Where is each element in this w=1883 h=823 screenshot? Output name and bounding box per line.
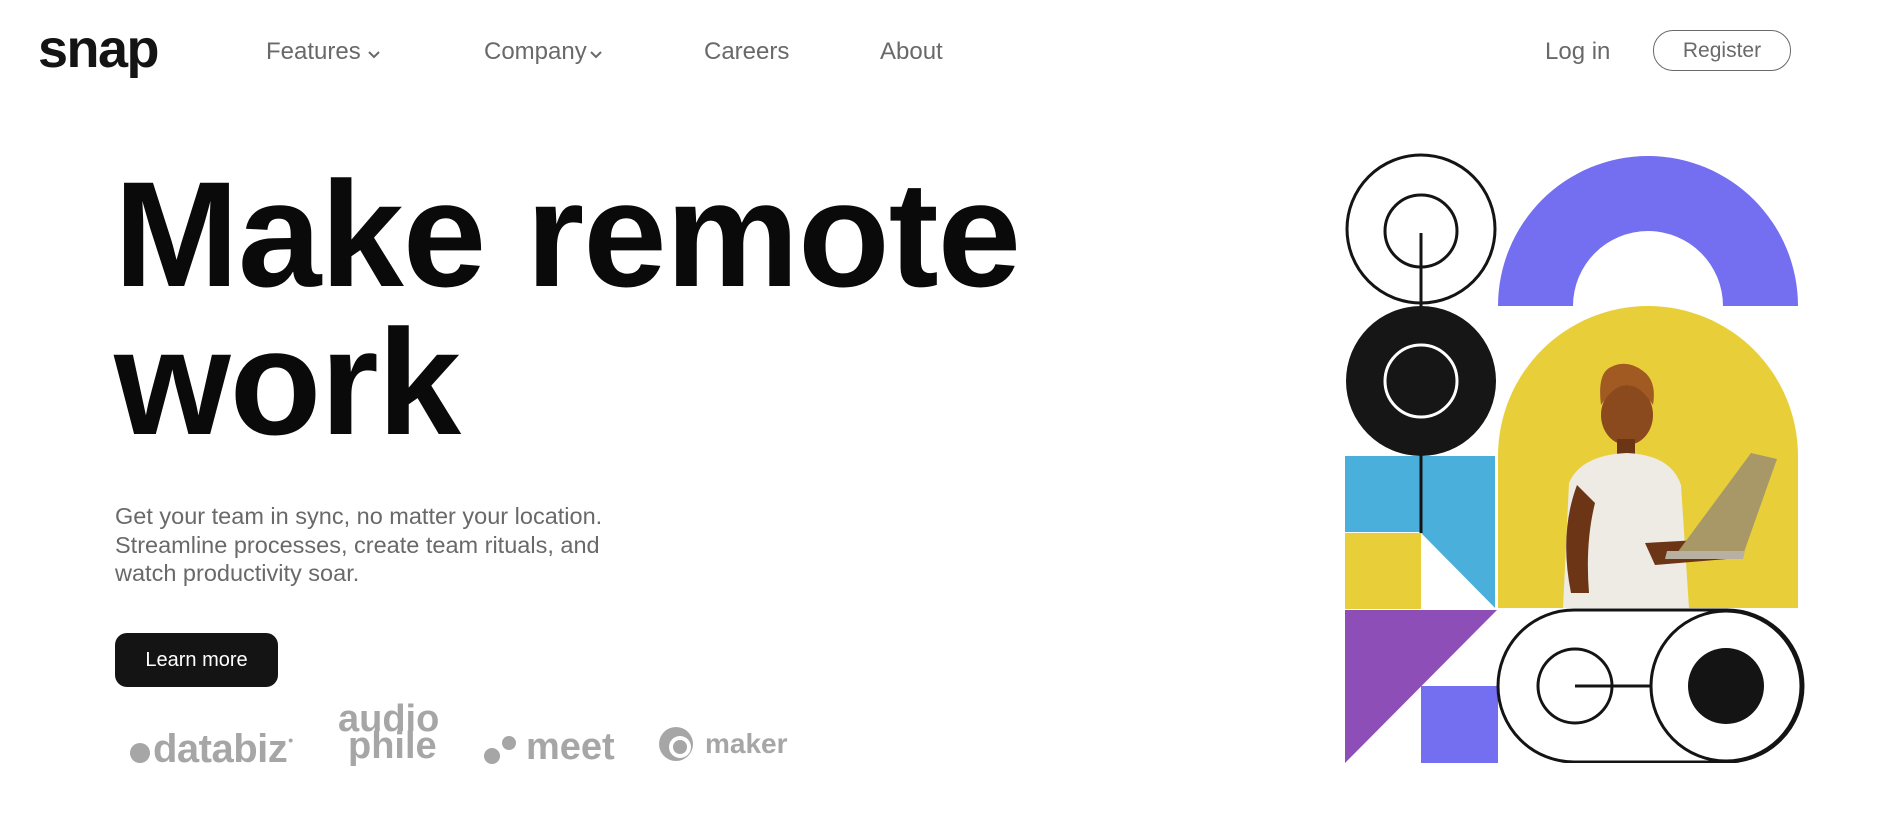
pill-black-dot: [1688, 648, 1764, 724]
maker-logo: maker: [657, 725, 788, 763]
chevron-down-icon: [590, 51, 602, 59]
hero-subtitle-line1: Get your team in sync, no matter your lo…: [115, 503, 603, 529]
nav-careers-label: Careers: [704, 38, 790, 65]
chevron-down-icon: [368, 51, 380, 59]
audiophile-logo-line2: phile: [348, 725, 437, 767]
learn-more-button[interactable]: Learn more: [115, 633, 278, 687]
databiz-dot-icon: [130, 742, 150, 763]
hero-title: Make remote work: [114, 159, 1114, 457]
maker-logo-text: maker: [705, 728, 788, 759]
client-logos: databiz • audio phile meet maker: [0, 700, 900, 780]
blue-square: [1345, 456, 1421, 532]
nav-careers[interactable]: Careers: [704, 38, 789, 66]
nav-about[interactable]: About: [880, 38, 943, 66]
nav-company-label: Company: [484, 38, 587, 65]
hero-title-line2: work: [114, 298, 461, 466]
nav-about-label: About: [880, 38, 943, 65]
nav-features-label: Features: [266, 38, 361, 65]
meet-dots-icon: [484, 730, 520, 766]
databiz-logo-text: databiz: [153, 727, 288, 771]
meet-logo: meet: [484, 726, 615, 769]
hero-subtitle: Get your team in sync, no matter your lo…: [115, 502, 645, 588]
black-disc: [1346, 306, 1496, 456]
maker-mark-icon: [659, 727, 693, 761]
nav-company[interactable]: Company: [484, 38, 603, 66]
audiophile-logo: audio phile: [338, 700, 439, 767]
hero-illustration: [1345, 153, 1805, 763]
hero-title-line1: Make remote: [114, 150, 1021, 318]
databiz-mark-icon: •: [288, 731, 293, 748]
brand-logo[interactable]: snap: [38, 22, 160, 76]
purple-arch: [1498, 156, 1798, 306]
meet-logo-text: meet: [526, 726, 615, 768]
hero-subtitle-line3: watch productivity soar.: [115, 560, 360, 586]
databiz-logo: databiz •: [130, 727, 293, 772]
register-button[interactable]: Register: [1653, 30, 1791, 71]
login-link[interactable]: Log in: [1545, 38, 1610, 66]
hero-subtitle-line2: Streamline processes, create team ritual…: [115, 531, 600, 558]
purple-square: [1421, 686, 1498, 763]
nav-features[interactable]: Features: [266, 38, 381, 66]
yellow-square: [1345, 533, 1421, 609]
